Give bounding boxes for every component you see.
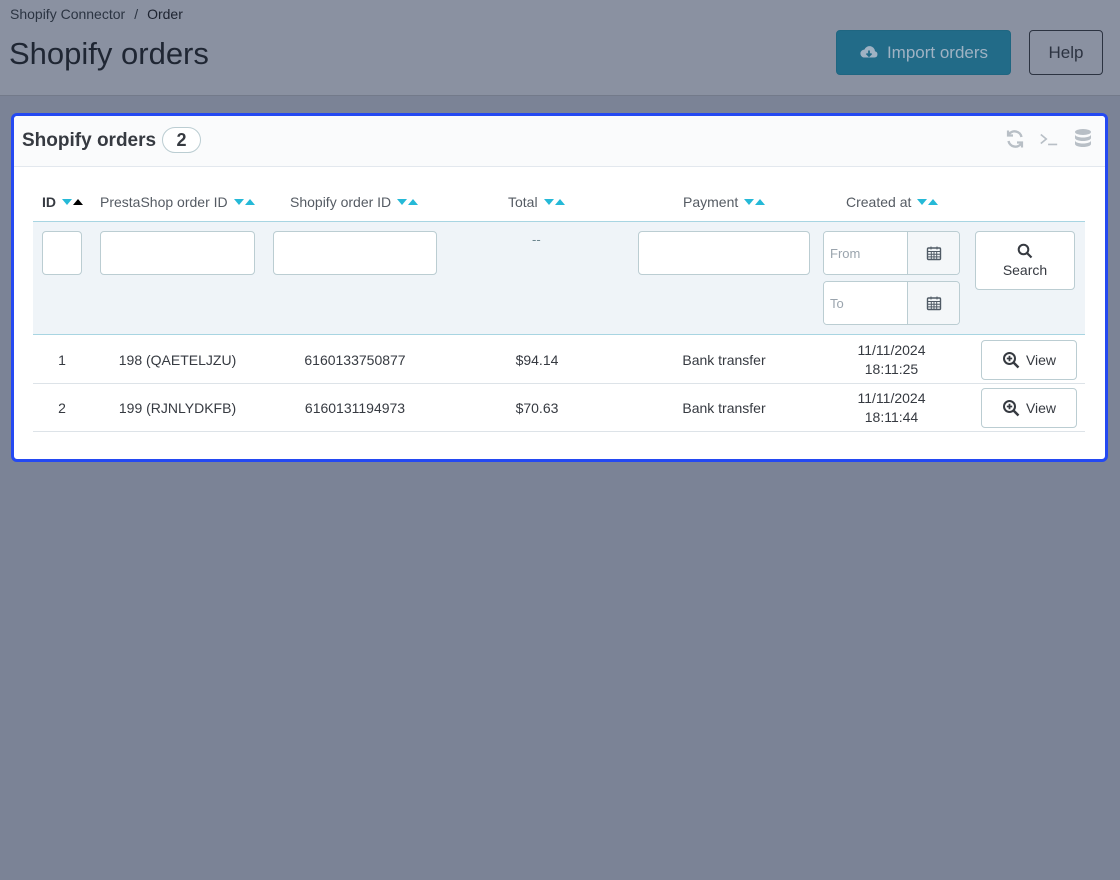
database-icon[interactable] xyxy=(1073,128,1093,150)
sort-desc-icon[interactable] xyxy=(543,199,554,205)
cell-shopify-order-id: 6160131194973 xyxy=(304,399,406,416)
zoom-in-icon xyxy=(1002,400,1020,417)
sort-desc-icon[interactable] xyxy=(233,199,244,205)
column-header-label: ID xyxy=(42,194,56,210)
created-time: 18:11:25 xyxy=(864,361,919,377)
sort-asc-icon[interactable] xyxy=(554,199,565,205)
cell-payment: Bank transfer xyxy=(682,399,766,416)
help-label: Help xyxy=(1048,42,1084,62)
column-header-label: Total xyxy=(508,194,538,210)
breadcrumb-current: Order xyxy=(147,6,183,22)
column-header-id: ID xyxy=(42,194,83,210)
sort-asc-icon[interactable] xyxy=(73,199,83,205)
date-from-group xyxy=(823,231,960,275)
cell-prestashop-order-id: 199 (RJNLYDKFB) xyxy=(118,399,237,416)
sort-controls xyxy=(543,199,565,205)
view-label: View xyxy=(1025,400,1057,416)
import-orders-button[interactable]: Import orders xyxy=(836,30,1011,75)
panel-title: Shopify orders xyxy=(22,130,157,151)
cell-total: $70.63 xyxy=(515,399,559,416)
filter-row: -- Search xyxy=(33,222,1085,335)
column-header-total: Total xyxy=(508,194,565,210)
filter-total-placeholder: -- xyxy=(532,232,541,247)
cell-id: 1 xyxy=(58,351,66,368)
date-to-group xyxy=(823,281,960,325)
column-header-label: Created at xyxy=(846,194,912,210)
sort-asc-icon[interactable] xyxy=(244,199,255,205)
created-time: 18:11:44 xyxy=(864,409,919,425)
search-button[interactable]: Search xyxy=(975,231,1075,290)
cell-shopify-order-id: 6160133750877 xyxy=(304,351,406,368)
refresh-icon[interactable] xyxy=(1005,128,1025,150)
orders-panel: Shopify orders 2 ID PrestaShop order ID … xyxy=(11,113,1108,462)
cell-prestashop-order-id: 198 (QAETELJZU) xyxy=(118,351,237,368)
table-row: 2 199 (RJNLYDKFB) 6160131194973 $70.63 B… xyxy=(33,384,1085,432)
orders-count-badge: 2 xyxy=(162,127,201,153)
cell-total: $94.14 xyxy=(515,351,559,368)
column-header-label: Shopify order ID xyxy=(290,194,392,210)
column-header-label: PrestaShop order ID xyxy=(100,194,228,210)
panel-header: Shopify orders 2 xyxy=(14,116,1105,167)
column-header-label: Payment xyxy=(683,194,739,210)
sort-controls xyxy=(744,199,766,205)
view-order-button[interactable]: View xyxy=(981,340,1077,380)
sort-controls xyxy=(917,199,939,205)
sort-controls xyxy=(233,199,255,205)
cell-created-at: 11/11/2024 18:11:25 xyxy=(823,336,960,384)
terminal-icon[interactable] xyxy=(1039,128,1059,150)
cell-id: 2 xyxy=(58,399,66,416)
column-header-shopify-order-id: Shopify order ID xyxy=(290,194,419,210)
help-button[interactable]: Help xyxy=(1029,30,1103,75)
page-header: Shopify Connector / Order Shopify orders I… xyxy=(0,0,1120,96)
sort-controls xyxy=(62,199,83,205)
sort-asc-icon[interactable] xyxy=(755,199,766,205)
sort-desc-icon[interactable] xyxy=(397,199,408,205)
created-date: 11/11/2024 xyxy=(857,342,926,358)
zoom-in-icon xyxy=(1002,352,1020,369)
created-date: 11/11/2024 xyxy=(857,390,926,406)
sort-asc-icon[interactable] xyxy=(408,199,419,205)
calendar-icon[interactable] xyxy=(908,282,959,324)
column-header-created-at: Created at xyxy=(846,194,939,210)
calendar-icon[interactable] xyxy=(908,232,959,274)
filter-payment-input[interactable] xyxy=(638,231,810,275)
cloud-download-icon xyxy=(860,45,878,57)
filter-prestashop-order-id-input[interactable] xyxy=(100,231,255,275)
cell-created-at: 11/11/2024 18:11:44 xyxy=(823,384,960,432)
view-label: View xyxy=(1025,352,1057,368)
panel-header-actions xyxy=(1005,128,1093,150)
search-label: Search xyxy=(1002,262,1048,278)
import-orders-label: Import orders xyxy=(886,42,989,62)
sort-desc-icon[interactable] xyxy=(917,199,928,205)
cell-payment: Bank transfer xyxy=(682,351,766,368)
breadcrumb-parent-link[interactable]: Shopify Connector xyxy=(10,6,125,22)
column-header-payment: Payment xyxy=(683,194,766,210)
search-icon xyxy=(1017,243,1033,259)
date-to-input[interactable] xyxy=(824,282,908,324)
filter-id-input[interactable] xyxy=(42,231,82,275)
date-from-input[interactable] xyxy=(824,232,908,274)
page-title: Shopify orders xyxy=(9,36,209,71)
table-row: 1 198 (QAETELJZU) 6160133750877 $94.14 B… xyxy=(33,336,1085,384)
sort-desc-icon[interactable] xyxy=(62,199,72,205)
sort-desc-icon[interactable] xyxy=(744,199,755,205)
breadcrumb-separator: / xyxy=(134,6,139,22)
sort-controls xyxy=(397,199,419,205)
column-header-prestashop-order-id: PrestaShop order ID xyxy=(100,194,255,210)
filter-shopify-order-id-input[interactable] xyxy=(273,231,437,275)
view-order-button[interactable]: View xyxy=(981,388,1077,428)
breadcrumb: Shopify Connector / Order xyxy=(10,6,183,22)
sort-asc-icon[interactable] xyxy=(928,199,939,205)
